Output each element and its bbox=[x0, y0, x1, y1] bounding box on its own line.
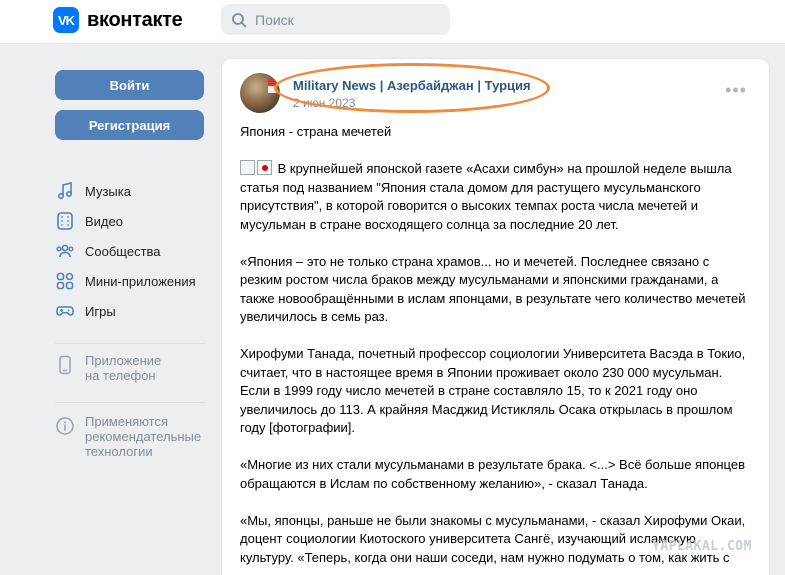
search-box[interactable] bbox=[221, 4, 450, 35]
video-icon bbox=[57, 212, 73, 230]
sidebar-item-music[interactable]: Музыка bbox=[55, 176, 215, 206]
sidebar-divider bbox=[55, 343, 205, 344]
post-paragraph: «Япония – это не только страна храмов...… bbox=[240, 253, 746, 325]
post-author[interactable]: Military News | Азербайджан | Турция bbox=[293, 78, 531, 93]
mini-apps-icon bbox=[56, 272, 74, 290]
sidebar-item-communities[interactable]: Сообщества bbox=[55, 236, 215, 266]
info-icon bbox=[56, 417, 74, 435]
sidebar-item-label: Видео bbox=[85, 213, 123, 229]
vk-logo[interactable]: VK вконтакте bbox=[53, 7, 183, 33]
post-paragraph: В крупнейшей японской газете «Асахи симб… bbox=[240, 160, 732, 232]
avatar-flag-icon bbox=[268, 79, 276, 93]
sidebar-item-label: Сообщества bbox=[85, 243, 161, 259]
vk-logo-icon: VK bbox=[53, 7, 79, 33]
top-bar: VK вконтакте bbox=[0, 0, 785, 44]
newspaper-icon bbox=[240, 160, 255, 175]
japan-flag-icon bbox=[257, 160, 272, 175]
mobile-app-link[interactable]: Приложение на телефон bbox=[55, 353, 161, 383]
post-paragraph: Хирофуми Танада, почетный профессор соци… bbox=[240, 346, 746, 435]
search-input[interactable] bbox=[255, 11, 435, 28]
post-date[interactable]: 2 июн 2023 bbox=[293, 96, 355, 110]
vk-logo-text: вконтакте bbox=[87, 8, 183, 31]
post-title: Япония - страна мечетей bbox=[240, 124, 392, 139]
phone-icon bbox=[59, 355, 71, 375]
register-button[interactable]: Регистрация bbox=[55, 110, 204, 140]
author-avatar[interactable] bbox=[240, 73, 280, 113]
post-card: Military News | Азербайджан | Турция 2 и… bbox=[221, 58, 770, 575]
more-options-icon[interactable]: ••• bbox=[725, 81, 747, 99]
recommendation-text: Применяются рекомендательные технологии bbox=[85, 414, 202, 459]
sidebar-nav: Музыка Видео Сообщества Мини-приложения bbox=[55, 176, 215, 326]
communities-icon bbox=[56, 244, 74, 258]
sidebar-item-video[interactable]: Видео bbox=[55, 206, 215, 236]
sidebar-divider bbox=[55, 402, 205, 403]
post-paragraph: «Многие из них стали мусульманами в резу… bbox=[240, 457, 745, 491]
mobile-app-text: Приложение на телефон bbox=[85, 353, 162, 383]
games-icon bbox=[56, 306, 74, 316]
site-watermark: YAPLAKAL.COM bbox=[652, 539, 752, 554]
sidebar-item-label: Мини-приложения bbox=[85, 273, 196, 289]
sidebar-item-games[interactable]: Игры bbox=[55, 296, 215, 326]
login-button[interactable]: Войти bbox=[55, 70, 204, 100]
sidebar-item-label: Игры bbox=[85, 303, 116, 319]
sidebar-item-label: Музыка bbox=[85, 183, 131, 199]
music-icon bbox=[57, 181, 73, 200]
recommendation-notice[interactable]: Применяются рекомендательные технологии bbox=[55, 414, 201, 459]
post-text: В крупнейшей японской газете «Асахи симб… bbox=[240, 160, 752, 575]
sidebar-item-mini-apps[interactable]: Мини-приложения bbox=[55, 266, 215, 296]
search-icon bbox=[232, 12, 247, 27]
